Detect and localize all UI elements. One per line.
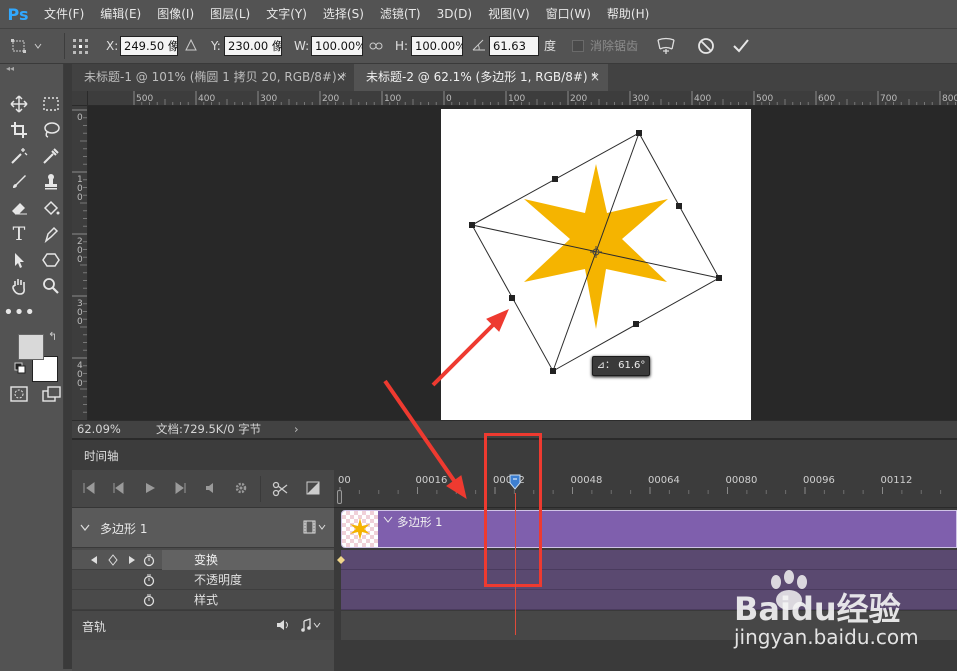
watermark-url: jingyan.baidu.com (734, 625, 919, 649)
arrow-to-timeline (383, 379, 457, 484)
annotation-arrows (383, 309, 509, 500)
arrow-to-handle (431, 320, 498, 387)
arrow-head-icon (446, 475, 467, 500)
watermark-brand: Baidu经验 (734, 590, 901, 628)
baidu-watermark: Baidu经验 jingyan.baidu.com (730, 570, 957, 669)
